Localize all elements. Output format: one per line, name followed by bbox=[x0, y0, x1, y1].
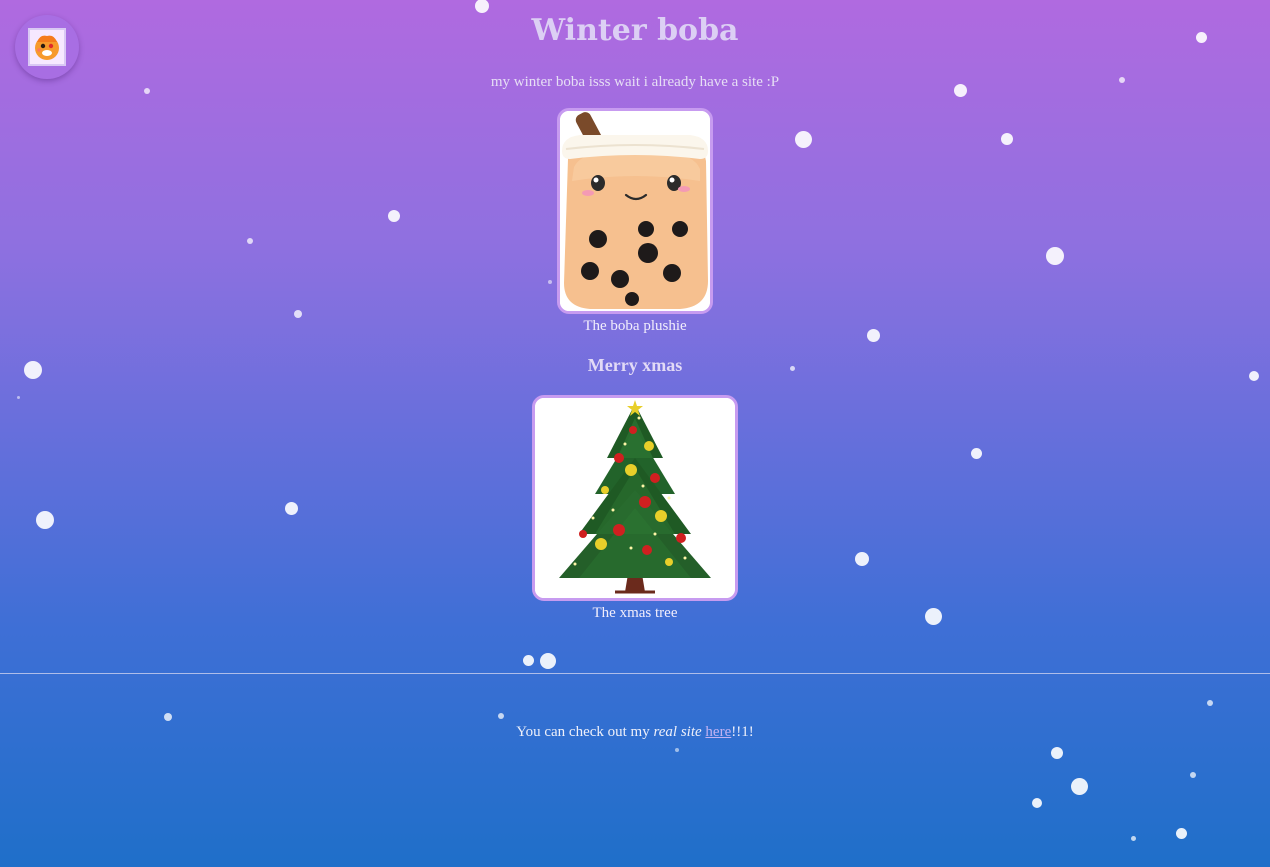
christmas-tree-card[interactable] bbox=[532, 395, 738, 601]
snowflake bbox=[1032, 798, 1042, 808]
snowflake bbox=[1190, 772, 1196, 778]
page-subtitle: my winter boba isss wait i already have … bbox=[490, 74, 780, 90]
snowflake bbox=[247, 238, 253, 244]
snowflake bbox=[498, 713, 504, 719]
snowflake bbox=[1046, 247, 1064, 265]
snowflake bbox=[1207, 700, 1213, 706]
footer: You can check out my real site here!!1! bbox=[0, 724, 1270, 741]
footer-exclaim: !!1! bbox=[731, 724, 754, 740]
page-title: Winter boba bbox=[531, 13, 739, 48]
snowflake bbox=[1176, 828, 1187, 839]
snowflake bbox=[971, 448, 982, 459]
snowflake bbox=[795, 131, 812, 148]
boba-plushie-card[interactable] bbox=[557, 108, 713, 314]
snowflake bbox=[1001, 133, 1013, 145]
snowflake bbox=[36, 511, 54, 529]
snowflake bbox=[675, 748, 679, 752]
boba-plushie-image bbox=[560, 111, 710, 311]
snowflake bbox=[548, 280, 552, 284]
snowflake bbox=[540, 653, 556, 669]
snowflake bbox=[294, 310, 302, 318]
snowflake bbox=[1051, 747, 1063, 759]
boba-caption: The boba plushie bbox=[583, 318, 687, 334]
section-heading: Merry xmas bbox=[587, 355, 683, 375]
snowflake bbox=[855, 552, 869, 566]
snowflake bbox=[285, 502, 298, 515]
snowflake bbox=[523, 655, 534, 666]
footer-text: You can check out my bbox=[516, 724, 654, 740]
christmas-tree-image bbox=[535, 398, 735, 598]
real-site-link[interactable]: here bbox=[705, 724, 731, 740]
snowflake bbox=[388, 210, 400, 222]
snowflake bbox=[1131, 836, 1136, 841]
snowflake bbox=[17, 396, 20, 399]
tree-caption: The xmas tree bbox=[592, 605, 678, 621]
footer-divider bbox=[0, 673, 1270, 674]
snowflake bbox=[164, 713, 172, 721]
footer-emphasis: real site bbox=[653, 724, 702, 740]
snowflake bbox=[1071, 778, 1088, 795]
snowflake bbox=[475, 0, 489, 13]
